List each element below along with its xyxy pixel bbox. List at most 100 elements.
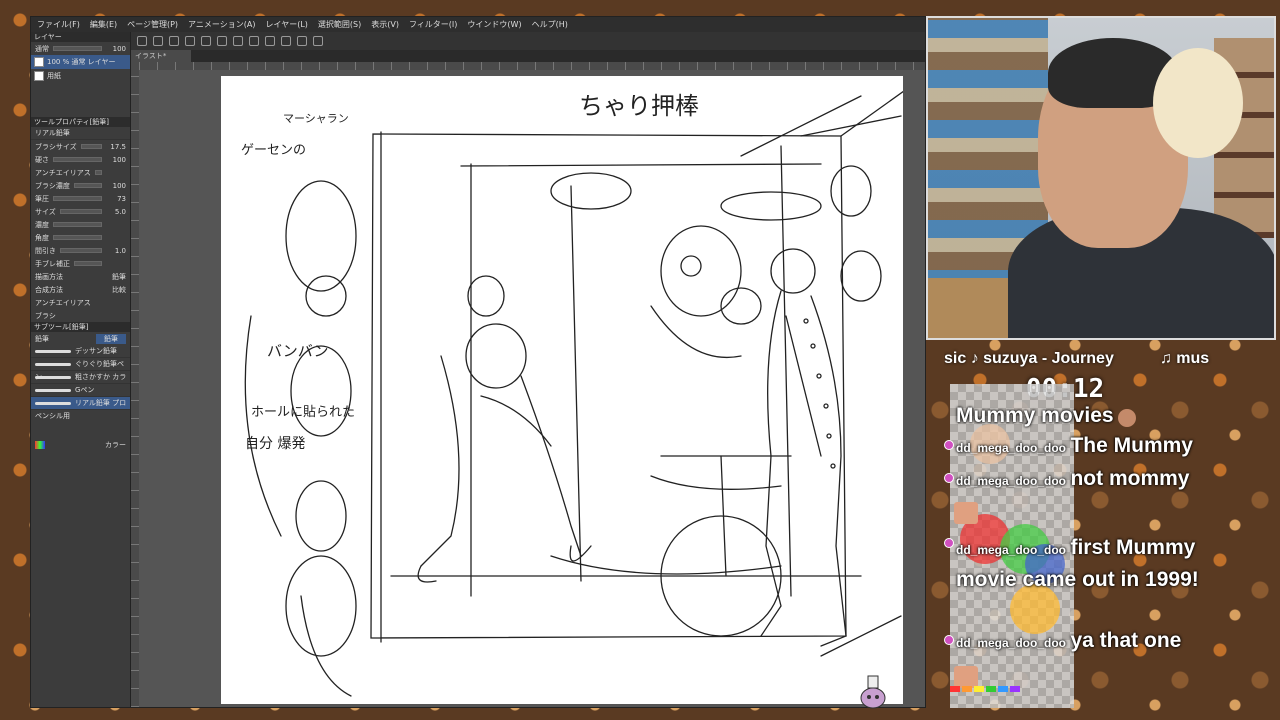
prop-value: 100	[112, 181, 126, 190]
prop-slider[interactable]	[60, 248, 102, 253]
prop-antialias-2[interactable]: アンチエイリアス	[31, 296, 130, 309]
chat-username[interactable]: dd_mega_doo_doo	[956, 441, 1066, 455]
prop-pressure[interactable]: 筆圧 73	[31, 192, 130, 205]
menu-page[interactable]: ページ管理(P)	[127, 19, 178, 30]
prop-label: 濃度	[35, 220, 49, 229]
menu-window[interactable]: ウインドウ(W)	[467, 19, 521, 30]
ruler-horizontal	[139, 62, 925, 70]
prop-slider[interactable]	[73, 183, 102, 188]
command-bar	[131, 32, 925, 50]
prop-draw-method[interactable]: 描画方法 鉛筆	[31, 270, 130, 283]
prop-label: 筆圧	[35, 194, 49, 203]
prop-label: 手ブレ補正	[35, 259, 70, 268]
document-tab[interactable]: イラスト*	[131, 50, 191, 62]
prop-blend-method[interactable]: 合成方法 比較	[31, 283, 130, 296]
prop-spacing[interactable]: 間引き 1.0	[31, 244, 130, 257]
badge-icon	[944, 473, 954, 483]
layer-panel-title: レイヤー	[31, 32, 130, 42]
chat-username[interactable]: dd_mega_doo_doo	[956, 543, 1066, 557]
prop-value[interactable]: 鉛筆	[106, 272, 126, 282]
chat-text: Mummy movies	[956, 404, 1114, 427]
prop-density[interactable]: 濃度	[31, 218, 130, 231]
color-swatch	[986, 686, 996, 692]
prop-antialias[interactable]: アンチエイリアス	[31, 166, 130, 179]
chat-username[interactable]: dd_mega_doo_doo	[956, 636, 1066, 650]
prop-hardness[interactable]: 硬さ 100	[31, 153, 130, 166]
deselect-icon[interactable]	[265, 36, 275, 46]
new-icon[interactable]	[137, 36, 147, 46]
prop-brush-size[interactable]: ブラシサイズ 17.5	[31, 140, 130, 153]
prop-slider[interactable]	[53, 222, 102, 227]
brush-preview	[35, 362, 71, 366]
mascot-icon	[860, 675, 886, 709]
transform-icon[interactable]	[249, 36, 259, 46]
prop-value[interactable]: 比較	[106, 285, 126, 295]
subtool-tab[interactable]: 鉛筆	[35, 334, 49, 344]
menu-filter[interactable]: フィルター(I)	[409, 19, 457, 30]
subtool-tab[interactable]: 鉛筆	[96, 333, 126, 344]
prop-stabilization[interactable]: 手ブレ補正	[31, 257, 130, 270]
layer-item[interactable]: 100 % 通常 レイヤー	[31, 55, 130, 69]
brush-item[interactable]: 粗さかすか カラー	[31, 371, 130, 394]
undo-icon[interactable]	[185, 36, 195, 46]
prop-angle[interactable]: 角度	[31, 231, 130, 244]
prop-slider[interactable]	[53, 235, 102, 240]
color-palette-strip	[950, 686, 1020, 692]
canvas-area[interactable]: ちゃり押棒 マーシャラン ゲーセンの バンバン ホールに貼られた 自分 爆発	[139, 70, 925, 707]
emote-icon	[1118, 408, 1137, 427]
brush-preview	[35, 375, 71, 379]
prop-label: サイズ	[35, 207, 56, 216]
open-icon[interactable]	[153, 36, 163, 46]
menu-edit[interactable]: 編集(E)	[90, 19, 117, 30]
prop-slider[interactable]	[74, 261, 102, 266]
now-playing-text: ♫ mus	[1159, 350, 1210, 367]
menu-file[interactable]: ファイル(F)	[37, 19, 80, 30]
chat-message: Mummy movies	[956, 404, 1246, 428]
color-swatch	[1010, 686, 1020, 692]
color-swatch	[998, 686, 1008, 692]
layer-opacity-value: 100	[112, 44, 126, 53]
color-wheel-icon[interactable]	[35, 440, 45, 449]
sketch-note: ゲーセンの	[241, 143, 306, 158]
sketch-note: ホールに貼られた	[251, 405, 355, 420]
brush-name: Gペン	[75, 386, 95, 394]
sketch-drawing: ちゃり押棒 マーシャラン ゲーセンの バンバン ホールに貼られた 自分 爆発	[241, 85, 912, 697]
menu-layer[interactable]: レイヤー(L)	[265, 19, 307, 30]
blend-mode-select[interactable]: 通常	[35, 44, 49, 54]
prop-slider[interactable]	[94, 170, 102, 175]
prop-slider[interactable]	[59, 209, 102, 214]
chat-username[interactable]: dd_mega_doo_doo	[956, 474, 1066, 488]
drawing-canvas[interactable]: ちゃり押棒 マーシャラン ゲーセンの バンバン ホールに貼られた 自分 爆発	[221, 76, 912, 704]
chat-message: dd_mega_doo_doo first Mummy movie came o…	[944, 532, 1216, 596]
pen-icon[interactable]	[297, 36, 307, 46]
prop-slider[interactable]	[80, 144, 102, 149]
prop-size[interactable]: サイズ 5.0	[31, 205, 130, 218]
fill-icon[interactable]	[233, 36, 243, 46]
prop-slider[interactable]	[53, 157, 102, 162]
clear-icon[interactable]	[217, 36, 227, 46]
prop-brush[interactable]: ブラシ	[31, 309, 130, 322]
chat-text: ya that one	[1070, 629, 1182, 652]
brush-item[interactable]: Gペン	[31, 384, 130, 397]
save-icon[interactable]	[169, 36, 179, 46]
color-panel-row[interactable]: カラー	[31, 438, 130, 451]
brush-item[interactable]: リアル鉛筆 プロペンシル用	[31, 397, 130, 420]
brush-item[interactable]: ぐりぐり鉛筆ペン	[31, 358, 130, 381]
menu-view[interactable]: 表示(V)	[371, 19, 399, 30]
menu-help[interactable]: ヘルプ(H)	[532, 19, 568, 30]
chat-message: dd_mega_doo_doo ya that one	[944, 629, 1246, 653]
chat-avatar	[954, 502, 978, 524]
prop-label: 合成方法	[35, 285, 63, 294]
prop-brush-density[interactable]: ブラシ濃度 100	[31, 179, 130, 192]
layer-opacity-slider[interactable]	[53, 46, 102, 51]
layer-item[interactable]: 用紙	[31, 69, 130, 83]
crop-icon[interactable]	[281, 36, 291, 46]
pen-settings-icon[interactable]	[313, 36, 323, 46]
redo-icon[interactable]	[201, 36, 211, 46]
subtool-tabs: 鉛筆 鉛筆	[31, 332, 130, 345]
brush-item[interactable]: デッサン鉛筆	[31, 345, 130, 358]
prop-slider[interactable]	[53, 196, 102, 201]
menu-select[interactable]: 選択範囲(S)	[318, 19, 361, 30]
chat-text: not mommy	[1070, 467, 1190, 490]
menu-animation[interactable]: アニメーション(A)	[188, 19, 255, 30]
